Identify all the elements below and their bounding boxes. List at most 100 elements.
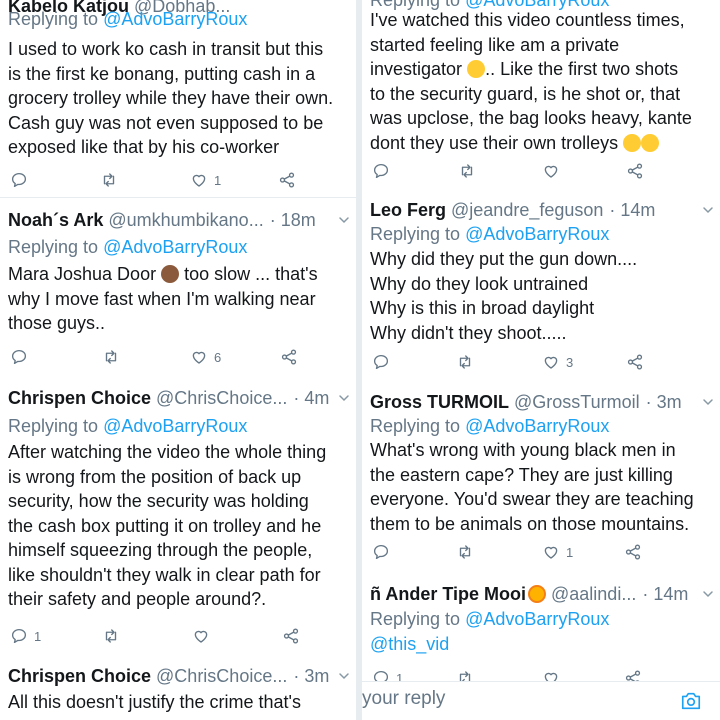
tweet-text-line: those guys.. bbox=[8, 313, 106, 333]
reply-button[interactable] bbox=[372, 352, 390, 372]
tweet-card[interactable]: Leo Ferg @jeandre_feguson · 14m Replying t… bbox=[362, 188, 720, 381]
retweet-button[interactable] bbox=[102, 347, 120, 367]
retweet-button[interactable] bbox=[102, 626, 120, 646]
tweet-text-fragment: Mara Joshua Door bbox=[8, 264, 162, 284]
left-timeline-column: Kabelo Katjou @Dobhab... Replying to @Adv… bbox=[0, 0, 356, 720]
replying-to: Replying to @AdvoBarryRoux bbox=[8, 7, 348, 31]
share-icon bbox=[280, 348, 298, 366]
retweet-button[interactable] bbox=[456, 542, 474, 562]
chevron-down-icon[interactable] bbox=[702, 396, 714, 408]
tweet-text-line: dont they use their own trolleys bbox=[370, 131, 714, 156]
tweet-actions: 6 bbox=[0, 347, 356, 367]
tweet-text-line: Why did they put the gun down.... bbox=[370, 249, 638, 269]
tweet-card[interactable]: Chrispen Choice @ChrisChoice... · 3m All t… bbox=[0, 654, 356, 720]
author-name[interactable]: Leo Ferg bbox=[370, 200, 446, 220]
like-button[interactable]: 3 bbox=[542, 352, 573, 372]
tweet-card[interactable]: Noah´s Ark @umkhumbikano... · 18m Replying… bbox=[0, 198, 356, 379]
author-name[interactable]: Chrispen Choice bbox=[8, 388, 151, 408]
mention-link[interactable]: @this_vid bbox=[370, 632, 714, 657]
reply-mention-link[interactable]: @AdvoBarryRoux bbox=[103, 9, 247, 29]
tweet-text-line: is the first ke bonang, putting cash in … bbox=[8, 63, 316, 84]
chevron-down-icon[interactable] bbox=[702, 588, 714, 600]
tweet-text: After watching the video the whole thing… bbox=[8, 440, 350, 612]
chevron-down-icon[interactable] bbox=[338, 214, 350, 226]
reply-mention-link[interactable]: @AdvoBarryRoux bbox=[465, 609, 609, 629]
reply-mention-link[interactable]: @AdvoBarryRoux bbox=[465, 416, 609, 436]
share-button[interactable] bbox=[282, 626, 300, 646]
share-button[interactable] bbox=[624, 542, 642, 562]
retweet-button[interactable] bbox=[458, 161, 476, 181]
like-button[interactable] bbox=[192, 626, 210, 646]
author-handle[interactable]: @ChrisChoice... bbox=[156, 388, 287, 408]
tweet-text-fragment: investigator bbox=[370, 59, 468, 79]
thinking-emoji-icon bbox=[623, 133, 642, 152]
reply-mention-link[interactable]: @AdvoBarryRoux bbox=[103, 237, 247, 257]
author-name[interactable]: Noah´s Ark bbox=[8, 210, 103, 230]
author-handle[interactable]: @GrossTurmoil bbox=[514, 392, 640, 412]
share-icon bbox=[278, 171, 296, 189]
tweet-text-line: I used to work ko cash in transit but th… bbox=[8, 39, 324, 59]
tweet-time: · 3m bbox=[293, 666, 330, 686]
share-icon bbox=[626, 353, 644, 371]
reply-icon bbox=[10, 171, 28, 189]
author-handle[interactable]: @aalindi... bbox=[551, 584, 636, 604]
like-count: 1 bbox=[214, 172, 222, 188]
tweet-time: · 14m bbox=[642, 584, 689, 604]
like-icon bbox=[542, 162, 560, 180]
tweet-text-line: security, how the security was holding bbox=[8, 491, 309, 511]
right-timeline-column: Replying to @AdvoBarryRoux I've watched … bbox=[362, 0, 720, 720]
tweet-text: I've watched this video countless times,… bbox=[370, 8, 714, 155]
tweet-card[interactable]: Gross TURMOIL @GrossTurmoil · 3m Replying … bbox=[362, 380, 720, 571]
author-name[interactable]: Gross TURMOIL bbox=[370, 392, 509, 412]
author-handle[interactable]: @umkhumbikano... bbox=[108, 210, 263, 230]
tweet-text-line: started feeling like am a private bbox=[370, 34, 620, 55]
author-handle[interactable]: @ChrisChoice... bbox=[156, 666, 287, 686]
like-button[interactable]: 1 bbox=[542, 542, 573, 562]
share-button[interactable] bbox=[280, 347, 298, 367]
tweet-actions bbox=[362, 161, 720, 181]
tweet-card[interactable]: Kabelo Katjou @Dobhab... Replying to @Adv… bbox=[0, 0, 356, 198]
author-handle[interactable]: @jeandre_feguson bbox=[451, 200, 603, 220]
author-name[interactable]: Chrispen Choice bbox=[8, 666, 151, 686]
replying-to-label: Replying to bbox=[370, 416, 466, 436]
retweet-button[interactable] bbox=[456, 352, 474, 372]
like-icon bbox=[190, 171, 208, 189]
retweet-icon bbox=[458, 162, 476, 180]
camera-icon[interactable] bbox=[680, 690, 702, 712]
reply-icon bbox=[10, 348, 28, 366]
retweet-icon bbox=[100, 171, 118, 189]
replying-to-label: Replying to bbox=[8, 237, 104, 257]
reply-button[interactable] bbox=[10, 347, 28, 367]
reply-button[interactable] bbox=[372, 161, 390, 181]
reply-composer[interactable]: your reply bbox=[362, 681, 720, 720]
share-button[interactable] bbox=[626, 161, 644, 181]
tweet-text-line: What's wrong with young black men in bbox=[370, 440, 676, 460]
like-button[interactable]: 1 bbox=[190, 170, 221, 190]
like-button[interactable] bbox=[542, 161, 560, 181]
reply-button[interactable] bbox=[372, 542, 390, 562]
tweet-card[interactable]: Chrispen Choice @ChrisChoice... · 4m Reply… bbox=[0, 378, 356, 655]
tweet-text-line: exposed like that by his co-worker bbox=[8, 137, 280, 157]
chevron-down-icon[interactable] bbox=[338, 392, 350, 404]
reply-mention-link[interactable]: @AdvoBarryRoux bbox=[103, 416, 247, 436]
like-icon bbox=[542, 353, 560, 371]
share-button[interactable] bbox=[278, 170, 296, 190]
tweet-text: Why did they put the gun down.... Why do… bbox=[370, 247, 714, 345]
reply-button[interactable]: 1 bbox=[10, 626, 41, 646]
reply-button[interactable] bbox=[10, 170, 28, 190]
reply-mention-link[interactable]: @AdvoBarryRoux bbox=[465, 224, 609, 244]
share-button[interactable] bbox=[626, 352, 644, 372]
reply-input[interactable]: your reply bbox=[362, 688, 445, 710]
chevron-down-icon[interactable] bbox=[338, 670, 350, 682]
like-button[interactable]: 6 bbox=[190, 347, 221, 367]
retweet-icon bbox=[456, 353, 474, 371]
chevron-down-icon[interactable] bbox=[702, 204, 714, 216]
tweet-text-line: to the security guard, is he shot or, th… bbox=[370, 83, 681, 104]
tweet-text-line: himself squeezing through the people, bbox=[8, 540, 313, 560]
tweet-time: · 4m bbox=[293, 388, 330, 408]
tweet-text-line: I've watched this video countless times, bbox=[370, 10, 685, 30]
tweet-text-line: investigator .. Like the first two shots bbox=[370, 57, 714, 82]
tweet-card[interactable]: Replying to @AdvoBarryRoux I've watched … bbox=[362, 0, 720, 189]
retweet-button[interactable] bbox=[100, 170, 118, 190]
author-name[interactable]: ñ Ander Tipe Mooi bbox=[370, 584, 526, 604]
